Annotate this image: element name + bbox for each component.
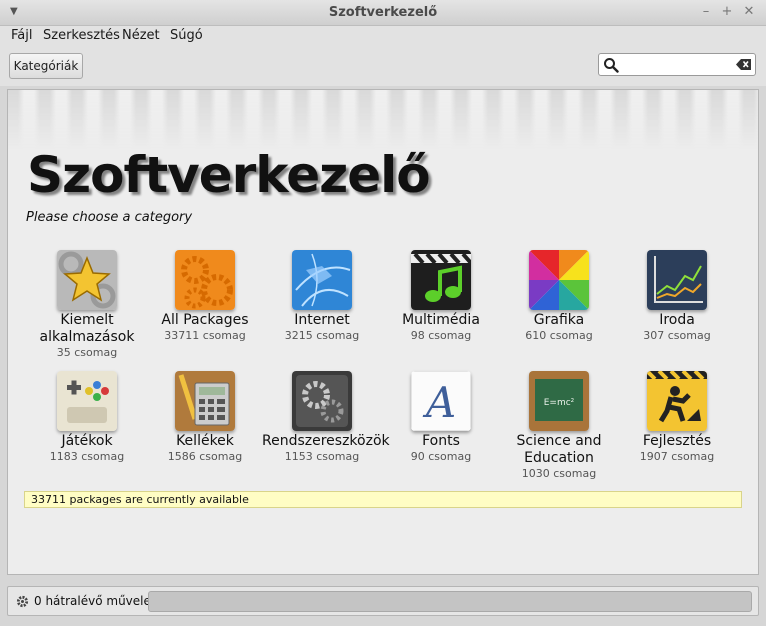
category-name: Internet bbox=[294, 312, 350, 328]
category-name: Grafika bbox=[533, 312, 585, 328]
star-icon bbox=[57, 250, 117, 310]
menu-help[interactable]: Súgó bbox=[170, 28, 203, 43]
category-science-education[interactable]: E=mc² Science and Education 1030 csomag bbox=[499, 371, 619, 480]
category-count: 3215 csomag bbox=[284, 329, 360, 342]
close-icon[interactable]: ✕ bbox=[741, 4, 757, 20]
menu-view[interactable]: Nézet bbox=[122, 28, 160, 43]
category-count: 610 csomag bbox=[525, 329, 593, 342]
search-icon bbox=[604, 58, 619, 73]
gamepad-icon bbox=[57, 371, 117, 431]
category-graphics[interactable]: Grafika 610 csomag bbox=[499, 250, 619, 342]
search-box bbox=[598, 53, 756, 76]
minimize-icon[interactable]: – bbox=[698, 4, 714, 20]
svg-text:A: A bbox=[422, 378, 456, 427]
category-internet[interactable]: Internet 3215 csomag bbox=[262, 250, 382, 342]
pending-operations-label: 0 hátralévő művelet bbox=[34, 594, 156, 608]
main-panel: Szoftverkezelő Please choose a category … bbox=[7, 89, 759, 575]
category-count: 1030 csomag bbox=[521, 467, 597, 480]
gears-icon bbox=[175, 250, 235, 310]
category-count: 1907 csomag bbox=[639, 450, 715, 463]
category-name: Science and Education bbox=[516, 433, 602, 466]
categories-button[interactable]: Kategóriák bbox=[9, 53, 83, 79]
category-name: All Packages bbox=[161, 312, 249, 328]
category-name: Kiemelt alkalmazások bbox=[39, 312, 135, 345]
clear-search-icon[interactable] bbox=[736, 58, 752, 71]
category-development[interactable]: Fejlesztés 1907 csomag bbox=[617, 371, 737, 463]
menu-bar: Fájl Szerkesztés Nézet Súgó bbox=[0, 26, 766, 48]
category-name: Fejlesztés bbox=[642, 433, 712, 449]
toolbar: Kategóriák bbox=[0, 48, 766, 86]
globe-icon bbox=[292, 250, 352, 310]
category-office[interactable]: Iroda 307 csomag bbox=[617, 250, 737, 342]
menu-file[interactable]: Fájl bbox=[11, 28, 32, 43]
category-name: Fonts bbox=[422, 433, 460, 449]
clapper-music-icon bbox=[411, 250, 471, 310]
gear-icon bbox=[16, 595, 29, 608]
category-games[interactable]: Játékok 1183 csomag bbox=[27, 371, 147, 463]
menu-edit[interactable]: Szerkesztés bbox=[43, 28, 120, 43]
category-featured[interactable]: Kiemelt alkalmazások 35 csomag bbox=[27, 250, 147, 359]
construction-sign-icon bbox=[647, 371, 707, 431]
line-chart-icon bbox=[647, 250, 707, 310]
category-all-packages[interactable]: All Packages 33711 csomag bbox=[145, 250, 265, 342]
category-multimedia[interactable]: Multimédia 98 csomag bbox=[381, 250, 501, 342]
category-count: 90 csomag bbox=[410, 450, 472, 463]
category-system-tools[interactable]: Rendszereszközök 1153 csomag bbox=[262, 371, 390, 463]
title-bar: ▼ Szoftverkezelő – + ✕ bbox=[0, 0, 766, 26]
category-name: Multimédia bbox=[402, 312, 480, 328]
system-gears-icon bbox=[292, 371, 352, 431]
font-icon: A bbox=[411, 371, 471, 431]
page-subtitle: Please choose a category bbox=[26, 210, 193, 225]
category-count: 33711 csomag bbox=[164, 329, 246, 342]
color-wheel-icon bbox=[529, 250, 589, 310]
status-message: 33711 packages are currently available bbox=[24, 491, 742, 508]
category-name: Játékok bbox=[61, 433, 113, 449]
category-name: Kellékek bbox=[176, 433, 234, 449]
category-count: 98 csomag bbox=[410, 329, 472, 342]
page-title: Szoftverkezelő bbox=[27, 146, 431, 204]
category-fonts[interactable]: A Fonts 90 csomag bbox=[381, 371, 501, 463]
svg-text:E=mc²: E=mc² bbox=[544, 398, 575, 408]
category-count: 1586 csomag bbox=[167, 450, 243, 463]
chalkboard-icon: E=mc² bbox=[529, 371, 589, 431]
category-count: 35 csomag bbox=[56, 346, 118, 359]
category-count: 307 csomag bbox=[643, 329, 711, 342]
category-count: 1153 csomag bbox=[284, 450, 360, 463]
category-name: Iroda bbox=[659, 312, 695, 328]
status-bar: 0 hátralévő művelet bbox=[7, 586, 759, 616]
category-accessories[interactable]: Kellékek 1586 csomag bbox=[145, 371, 265, 463]
search-input[interactable] bbox=[621, 56, 731, 73]
progress-bar bbox=[148, 591, 752, 612]
header-stripes bbox=[8, 90, 758, 150]
category-name: Rendszereszközök bbox=[262, 433, 390, 449]
maximize-icon[interactable]: + bbox=[719, 4, 735, 20]
category-count: 1183 csomag bbox=[49, 450, 125, 463]
calculator-icon bbox=[175, 371, 235, 431]
window-title: Szoftverkezelő bbox=[328, 5, 438, 20]
